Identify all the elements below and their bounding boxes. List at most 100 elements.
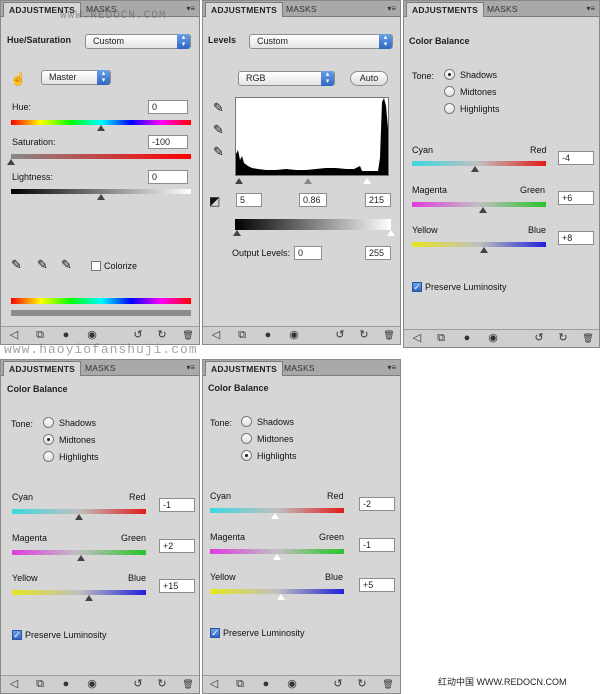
previous-state-icon[interactable]: ↺ <box>333 329 347 342</box>
eye-icon[interactable]: ◉ <box>285 678 299 691</box>
back-icon[interactable]: ◁ <box>7 678 21 691</box>
tab-adjustments[interactable]: ADJUSTMENTS <box>205 2 283 17</box>
cyan-red-slider-thumb[interactable] <box>75 514 83 520</box>
trash-icon[interactable]: 🗑 <box>581 332 595 345</box>
channel-select[interactable]: RGB ▴ ▾ <box>238 71 335 86</box>
preserve-luminosity-checkbox[interactable]: ✓ <box>210 628 220 638</box>
magenta-green-slider-thumb[interactable] <box>77 555 85 561</box>
trash-icon[interactable]: 🗑 <box>382 329 396 342</box>
eyedropper-plus-icon[interactable]: ✎ <box>37 257 48 273</box>
tone-midtones-radio[interactable] <box>241 433 252 444</box>
output-white-field[interactable]: 255 <box>365 246 391 260</box>
tab-masks[interactable]: MASKS <box>279 361 320 376</box>
back-icon[interactable]: ◁ <box>209 329 223 342</box>
cyan-red-slider-track[interactable] <box>412 161 546 166</box>
previous-state-icon[interactable]: ↺ <box>131 678 145 691</box>
tone-highlights-radio[interactable] <box>241 450 252 461</box>
reset-icon[interactable]: ↻ <box>357 329 371 342</box>
clip-icon[interactable]: ⧉ <box>233 678 247 691</box>
tone-shadows-radio[interactable] <box>444 69 455 80</box>
black-point-eyedropper-icon[interactable]: ✎ <box>213 100 224 116</box>
previous-state-icon[interactable]: ↺ <box>532 332 546 345</box>
magenta-green-slider-thumb[interactable] <box>273 554 281 560</box>
input-black-thumb[interactable] <box>235 178 243 184</box>
panel-menu-icon[interactable]: ▾≡ <box>387 4 396 13</box>
lightness-field[interactable]: 0 <box>148 170 188 184</box>
tone-midtones-radio[interactable] <box>444 86 455 97</box>
eye-dot-icon[interactable]: ● <box>59 678 73 691</box>
reset-icon[interactable]: ↻ <box>155 329 169 342</box>
yellow-blue-field[interactable]: +8 <box>558 231 594 245</box>
eyedropper-icon[interactable]: ✎ <box>11 257 22 273</box>
magenta-green-field[interactable]: +6 <box>558 191 594 205</box>
reset-icon[interactable]: ↻ <box>155 678 169 691</box>
reset-icon[interactable]: ↻ <box>355 678 369 691</box>
preserve-luminosity-checkbox[interactable]: ✓ <box>12 630 22 640</box>
panel-menu-icon[interactable]: ▾≡ <box>387 363 396 372</box>
eye-icon[interactable]: ◉ <box>85 329 99 342</box>
tone-midtones-radio[interactable] <box>43 434 54 445</box>
previous-state-icon[interactable]: ↺ <box>131 329 145 342</box>
tab-masks[interactable]: MASKS <box>482 2 523 17</box>
input-gamma-thumb[interactable] <box>304 178 312 184</box>
panel-menu-icon[interactable]: ▾≡ <box>186 4 195 13</box>
output-black-field[interactable]: 0 <box>294 246 322 260</box>
clipping-icon[interactable]: ◩ <box>209 194 220 208</box>
yellow-blue-slider-thumb[interactable] <box>277 594 285 600</box>
auto-button[interactable]: Auto <box>350 71 388 86</box>
channel-select[interactable]: Master ▴ ▾ <box>41 70 111 85</box>
output-white-thumb[interactable] <box>387 230 395 236</box>
saturation-slider-track[interactable] <box>11 154 191 159</box>
eye-dot-icon[interactable]: ● <box>460 332 474 345</box>
yellow-blue-slider-track[interactable] <box>12 590 146 595</box>
yellow-blue-slider-thumb[interactable] <box>480 247 488 253</box>
reset-icon[interactable]: ↻ <box>556 332 570 345</box>
cyan-red-field[interactable]: -1 <box>159 498 195 512</box>
gray-point-eyedropper-icon[interactable]: ✎ <box>213 122 224 138</box>
preset-select[interactable]: Custom ▴ ▾ <box>249 34 393 49</box>
hue-slider-thumb[interactable] <box>97 125 105 131</box>
tab-adjustments[interactable]: ADJUSTMENTS <box>406 2 484 17</box>
cyan-red-field[interactable]: -4 <box>558 151 594 165</box>
back-icon[interactable]: ◁ <box>207 678 221 691</box>
lightness-slider-thumb[interactable] <box>97 194 105 200</box>
cyan-red-field[interactable]: -2 <box>359 497 395 511</box>
trash-icon[interactable]: 🗑 <box>181 329 195 342</box>
tone-highlights-radio[interactable] <box>43 451 54 462</box>
saturation-slider-thumb[interactable] <box>7 159 15 165</box>
yellow-blue-field[interactable]: +5 <box>359 578 395 592</box>
preserve-luminosity-checkbox[interactable]: ✓ <box>412 282 422 292</box>
saturation-field[interactable]: -100 <box>148 135 188 149</box>
trash-icon[interactable]: 🗑 <box>181 678 195 691</box>
tab-adjustments[interactable]: ADJUSTMENTS <box>205 361 283 376</box>
colorize-checkbox[interactable] <box>91 261 101 271</box>
back-icon[interactable]: ◁ <box>7 329 21 342</box>
yellow-blue-slider-track[interactable] <box>412 242 546 247</box>
white-point-eyedropper-icon[interactable]: ✎ <box>213 144 224 160</box>
clip-icon[interactable]: ⧉ <box>33 678 47 691</box>
tab-adjustments[interactable]: ADJUSTMENTS <box>3 361 81 376</box>
clip-icon[interactable]: ⧉ <box>434 332 448 345</box>
magenta-green-field[interactable]: -1 <box>359 538 395 552</box>
eye-dot-icon[interactable]: ● <box>259 678 273 691</box>
input-black-field[interactable]: 5 <box>236 193 262 207</box>
tone-highlights-radio[interactable] <box>444 103 455 114</box>
tone-shadows-radio[interactable] <box>241 416 252 427</box>
input-gamma-field[interactable]: 0.86 <box>299 193 327 207</box>
eyedropper-minus-icon[interactable]: ✎ <box>61 257 72 273</box>
cyan-red-slider-thumb[interactable] <box>271 513 279 519</box>
preset-select[interactable]: Custom ▴ ▾ <box>85 34 191 49</box>
yellow-blue-field[interactable]: +15 <box>159 579 195 593</box>
panel-menu-icon[interactable]: ▾≡ <box>586 4 595 13</box>
eye-dot-icon[interactable]: ● <box>59 329 73 342</box>
tab-masks[interactable]: MASKS <box>281 2 322 17</box>
magenta-green-slider-thumb[interactable] <box>479 207 487 213</box>
input-white-thumb[interactable] <box>363 178 371 184</box>
tone-shadows-radio[interactable] <box>43 417 54 428</box>
clip-icon[interactable]: ⧉ <box>33 329 47 342</box>
back-icon[interactable]: ◁ <box>410 332 424 345</box>
hand-tool-icon[interactable]: ☝ <box>10 71 26 87</box>
clip-icon[interactable]: ⧉ <box>235 329 249 342</box>
previous-state-icon[interactable]: ↺ <box>331 678 345 691</box>
eye-dot-icon[interactable]: ● <box>261 329 275 342</box>
